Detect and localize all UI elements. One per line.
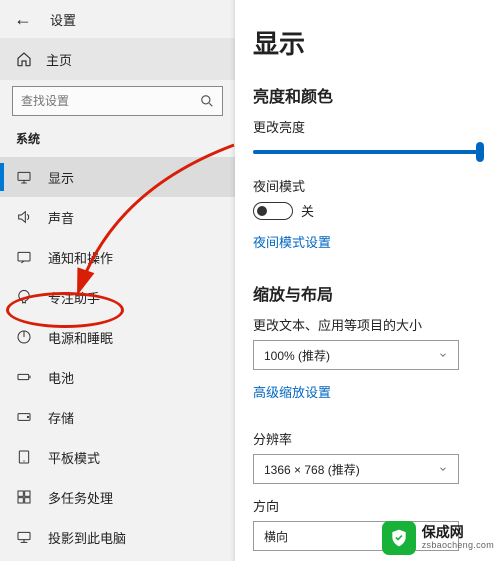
nav-label: 专注助手 bbox=[48, 288, 100, 307]
nav-storage[interactable]: 存储 bbox=[0, 397, 235, 437]
brightness-heading: 亮度和颜色 bbox=[253, 83, 482, 107]
nav-multitask[interactable]: 多任务处理 bbox=[0, 477, 235, 517]
nav-sound[interactable]: 声音 bbox=[0, 197, 235, 237]
watermark-cn: 保成网 bbox=[422, 525, 494, 540]
scale-heading: 缩放与布局 bbox=[253, 281, 482, 305]
nav-share[interactable]: 体验共享 bbox=[0, 557, 235, 561]
orient-value: 横向 bbox=[264, 528, 288, 545]
brightness-slider[interactable] bbox=[253, 150, 482, 154]
nav-power[interactable]: 电源和睡眠 bbox=[0, 317, 235, 357]
orient-label: 方向 bbox=[253, 496, 482, 515]
res-value: 1366 × 768 (推荐) bbox=[264, 461, 360, 478]
advanced-scale-link[interactable]: 高级缩放设置 bbox=[253, 382, 331, 401]
display-icon bbox=[16, 169, 32, 185]
multitask-icon bbox=[16, 489, 32, 505]
notify-icon bbox=[16, 249, 32, 265]
search-icon bbox=[200, 94, 214, 108]
storage-icon bbox=[16, 409, 32, 425]
nav-label: 电源和睡眠 bbox=[48, 328, 113, 347]
nav-battery[interactable]: 电池 bbox=[0, 357, 235, 397]
project-icon bbox=[16, 529, 32, 545]
nav-list: 显示 声音 通知和操作 专注助手 电源和睡眠 电池 bbox=[0, 157, 235, 561]
nav-label: 存储 bbox=[48, 408, 74, 427]
chevron-down-icon bbox=[438, 464, 448, 474]
nav-notifications[interactable]: 通知和操作 bbox=[0, 237, 235, 277]
slider-thumb[interactable] bbox=[476, 142, 484, 162]
nav-label: 投影到此电脑 bbox=[48, 528, 126, 547]
nav-focus[interactable]: 专注助手 bbox=[0, 277, 235, 317]
nav-project[interactable]: 投影到此电脑 bbox=[0, 517, 235, 557]
shield-check-icon bbox=[389, 528, 409, 548]
nav-label: 电池 bbox=[48, 368, 74, 387]
toggle-state: 关 bbox=[301, 201, 314, 220]
chevron-down-icon bbox=[438, 350, 448, 360]
sound-icon bbox=[16, 209, 32, 225]
nav-label: 多任务处理 bbox=[48, 488, 113, 507]
scale-value: 100% (推荐) bbox=[264, 347, 330, 364]
res-label: 分辨率 bbox=[253, 429, 482, 448]
power-icon bbox=[16, 329, 32, 345]
content-pane: 显示 亮度和颜色 更改亮度 夜间模式 关 夜间模式设置 缩放与布局 更改文本、应… bbox=[235, 0, 500, 561]
page-title: 显示 bbox=[253, 24, 482, 61]
tablet-icon bbox=[16, 449, 32, 465]
night-toggle[interactable] bbox=[253, 202, 293, 220]
section-label: 系统 bbox=[0, 126, 235, 157]
scale-label: 更改文本、应用等项目的大小 bbox=[253, 315, 482, 334]
home-nav[interactable]: 主页 bbox=[0, 38, 235, 80]
watermark: 保成网 zsbaocheng.com bbox=[382, 521, 494, 555]
nav-tablet[interactable]: 平板模式 bbox=[0, 437, 235, 477]
nav-label: 平板模式 bbox=[48, 448, 100, 467]
night-settings-link[interactable]: 夜间模式设置 bbox=[253, 232, 331, 251]
nav-label: 声音 bbox=[48, 208, 74, 227]
watermark-badge bbox=[382, 521, 416, 555]
brightness-label: 更改亮度 bbox=[253, 117, 482, 136]
resolution-select[interactable]: 1366 × 768 (推荐) bbox=[253, 454, 459, 484]
scale-select[interactable]: 100% (推荐) bbox=[253, 340, 459, 370]
search-input[interactable] bbox=[21, 94, 200, 108]
home-icon bbox=[16, 51, 32, 67]
nav-display[interactable]: 显示 bbox=[0, 157, 235, 197]
back-button[interactable]: ← bbox=[14, 9, 32, 30]
focus-icon bbox=[16, 289, 32, 305]
home-label: 主页 bbox=[46, 50, 72, 69]
battery-icon bbox=[16, 369, 32, 385]
window-title: 设置 bbox=[50, 10, 76, 29]
nav-label: 显示 bbox=[48, 168, 74, 187]
search-input-wrap[interactable] bbox=[12, 86, 223, 116]
nav-label: 通知和操作 bbox=[48, 248, 113, 267]
night-label: 夜间模式 bbox=[253, 176, 482, 195]
watermark-en: zsbaocheng.com bbox=[422, 541, 494, 551]
